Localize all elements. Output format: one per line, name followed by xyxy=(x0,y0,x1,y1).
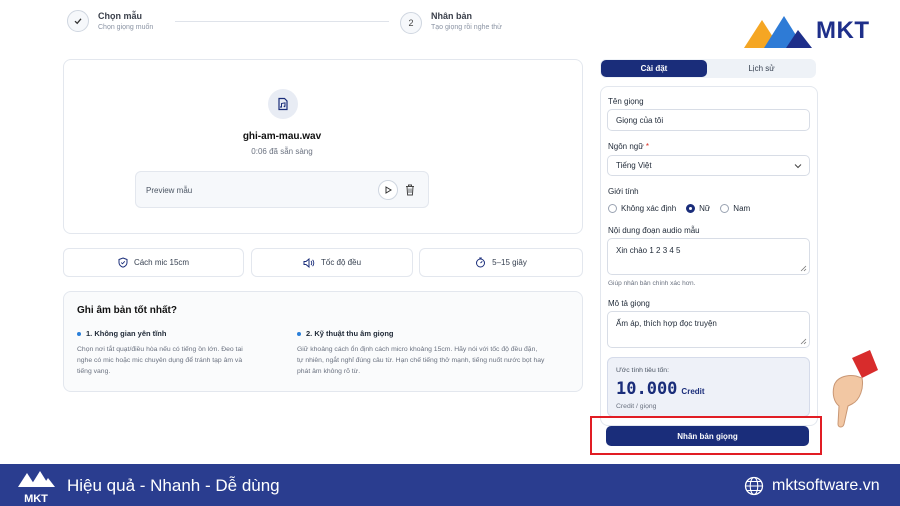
shield-icon xyxy=(118,257,128,268)
cost-unit: Credit xyxy=(681,387,705,396)
chevron-down-icon xyxy=(794,164,802,169)
step2-subtitle: Tạo giọng rồi nghe thử xyxy=(431,24,502,31)
step1-check-icon xyxy=(67,10,89,32)
bullet-dot xyxy=(77,331,81,336)
tip-1-heading: 1. Không gian yên tĩnh xyxy=(86,329,167,338)
upload-panel: ghi-am-mau.wav 0:06 đã sẵn sàng Preview … xyxy=(63,59,583,234)
gender-option-female: Nữ xyxy=(699,204,711,213)
clone-voice-button[interactable]: Nhân bản giọng xyxy=(606,426,809,446)
gender-radio-group: Không xác định Nữ Nam xyxy=(608,204,750,213)
play-button[interactable] xyxy=(378,180,398,200)
tip-item-1: 1. Không gian yên tĩnh Chọn nơi tắt quạt… xyxy=(77,329,277,377)
step1-title: Chọn mẫu xyxy=(98,11,142,21)
gender-option-male: Nam xyxy=(733,204,751,213)
brand-logo: MKT xyxy=(742,12,892,50)
chip-speed-label: Tốc độ đều xyxy=(320,258,362,267)
tip-2-body: Giữ khoảng cách ổn định cách micro khoản… xyxy=(297,346,545,375)
step2-text: Nhân bản Tạo giọng rồi nghe thử xyxy=(431,11,502,31)
cost-amount: 10.000 Credit xyxy=(616,379,705,399)
gender-radio-female[interactable] xyxy=(686,204,696,213)
brand-logo-icon xyxy=(744,16,812,48)
gender-label: Giới tính xyxy=(608,187,639,196)
footer-logo-text: MKT xyxy=(24,493,48,505)
brand-logo-text: MKT xyxy=(816,17,870,44)
pointing-hand-icon xyxy=(832,350,878,428)
file-status: 0:06 đã sẵn sàng xyxy=(251,147,313,156)
resize-handle-icon[interactable] xyxy=(800,338,807,345)
step2-number: 2 xyxy=(400,12,422,34)
gender-radio-male[interactable] xyxy=(720,204,730,213)
footer-url: mktsoftware.vn xyxy=(772,477,880,494)
sample-text-value: Xin chào 1 2 3 4 5 xyxy=(616,246,681,255)
tab-settings[interactable]: Cài đặt xyxy=(601,60,707,77)
tip-1-body: Chọn nơi tắt quạt/điều hòa nếu có tiếng … xyxy=(77,346,243,375)
footer-bar: MKT Hiệu quả - Nhanh - Dễ dùng mktsoftwa… xyxy=(0,464,900,506)
step1-subtitle: Chọn giọng muốn xyxy=(98,24,154,31)
preview-sample-box: Preview mẫu xyxy=(135,171,429,208)
tips-title: Ghi âm bản tốt nhất? xyxy=(77,305,177,316)
language-select-value: Tiếng Việt xyxy=(616,161,652,170)
footer-logo-icon xyxy=(18,471,55,487)
speaker-icon xyxy=(303,257,315,268)
chip-mic-distance-label: Cách mic 15cm xyxy=(133,258,190,267)
audio-file-icon xyxy=(268,89,298,119)
chip-duration: 5–15 giây xyxy=(419,248,583,277)
chip-mic-distance: Cách mic 15cm xyxy=(63,248,244,277)
resize-handle-icon[interactable] xyxy=(800,265,807,272)
cost-per-voice: Credit / giọng xyxy=(616,403,657,410)
footer-logo: MKT xyxy=(16,470,56,505)
cost-label: Ước tính tiêu tốn: xyxy=(616,367,669,374)
sample-text-label: Nội dung đoạn audio mẫu xyxy=(608,226,700,235)
gender-radio-unknown[interactable] xyxy=(608,204,617,213)
globe-icon xyxy=(744,476,764,496)
voice-name-input[interactable]: Giọng của tôi xyxy=(607,109,810,131)
required-mark: * xyxy=(645,142,649,151)
play-icon xyxy=(385,186,392,194)
sample-text-hint: Giúp nhân bản chính xác hơn. xyxy=(608,280,696,287)
cost-value: 10.000 xyxy=(616,379,678,399)
description-input[interactable]: Ấm áp, thích hợp đọc truyện xyxy=(607,311,810,348)
tab-history[interactable]: Lịch sử xyxy=(708,60,815,77)
tip-item-2: 2. Kỹ thuật thu âm giọng Giữ khoảng cách… xyxy=(297,329,577,377)
trash-icon xyxy=(406,184,414,196)
footer-slogan: Hiệu quả - Nhanh - Dễ dùng xyxy=(67,476,280,495)
file-name: ghi-am-mau.wav xyxy=(242,131,322,142)
voice-name-label: Tên giọng xyxy=(608,97,644,106)
timer-icon xyxy=(476,257,486,268)
cost-estimate-box: Ước tính tiêu tốn: 10.000 Credit Credit … xyxy=(607,357,810,417)
tip-2-heading: 2. Kỹ thuật thu âm giọng xyxy=(306,329,394,338)
chip-duration-label: 5–15 giây xyxy=(492,258,527,267)
step2-title: Nhân bản xyxy=(431,11,473,21)
delete-button[interactable] xyxy=(404,183,416,202)
preview-label: Preview mẫu xyxy=(146,186,193,195)
recording-tips-panel: Ghi âm bản tốt nhất? 1. Không gian yên t… xyxy=(63,291,583,392)
sample-text-input[interactable]: Xin chào 1 2 3 4 5 xyxy=(607,238,810,275)
language-label: Ngôn ngữ * xyxy=(608,142,649,151)
step1-text: Chọn mẫu Chọn giọng muốn xyxy=(98,11,153,31)
bullet-dot xyxy=(297,331,301,336)
language-select[interactable]: Tiếng Việt xyxy=(607,155,810,176)
step-connector xyxy=(175,21,389,22)
description-label: Mô tả giọng xyxy=(608,299,650,308)
gender-option-unknown: Không xác định xyxy=(621,204,677,213)
description-value: Ấm áp, thích hợp đọc truyện xyxy=(616,319,717,328)
chip-speed: Tốc độ đều xyxy=(251,248,413,277)
settings-panel: Tên giọng Giọng của tôi Ngôn ngữ * Tiếng… xyxy=(600,86,818,426)
panel-tabs: Cài đặt Lịch sử xyxy=(600,59,816,78)
footer-website[interactable]: mktsoftware.vn xyxy=(744,476,880,496)
